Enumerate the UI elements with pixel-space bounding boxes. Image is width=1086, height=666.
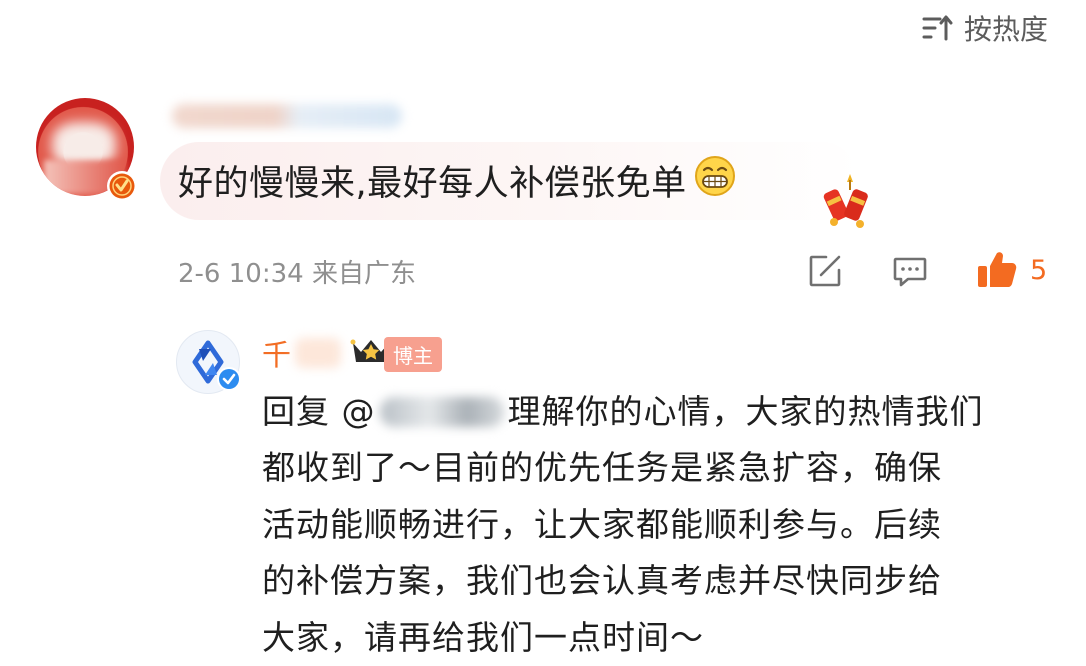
mention-redacted [379,397,504,428]
reply-line-4: 的补偿方案，我们也会认真考虑并尽快同步给 [262,561,942,601]
mention-link[interactable]: 回复 @ [262,384,508,440]
reply-line-5: 大家，请再给我们一点时间～ [262,617,704,657]
reply-prefix: 回复 @ [262,392,376,431]
blogger-badge: 博主 [384,337,442,372]
reply-line-2: 都收到了～目前的优先任务是紧急扩容，确保 [262,448,942,488]
reply-content: 回复 @ 理解你的心情，大家的热情我们 都收到了～目前的优先任务是紧急扩容，确保 … [262,384,1062,666]
username-redacted[interactable] [172,104,402,128]
thumbs-up-icon[interactable] [976,250,1018,290]
comment-date: 2-6 10:34 [178,259,304,289]
sort-label: 按热度 [963,13,1048,46]
reply-line-3: 活动能顺畅进行，让大家都能顺利参与。后续 [262,504,942,544]
verified-badge-icon [106,170,138,202]
comment-icon[interactable] [892,256,928,288]
share-icon[interactable] [808,254,842,288]
blue-verified-icon [216,366,242,392]
reply-line: 回复 @ 理解你的心情，大家的热情我们 [262,384,1062,440]
comment-location: 来自广东 [311,259,416,289]
comment-meta: 2-6 10:34 来自广东 [178,253,416,290]
firecracker-sticker-icon [820,172,876,232]
like-count: 5 [1030,255,1048,286]
author-name-redacted [295,338,342,368]
reply-author-name: 千 [262,338,292,372]
grin-emoji-icon [693,154,737,207]
sort-by-hot-button[interactable]: 按热度 [922,8,1048,48]
comment-content: 好的慢慢来,最好每人补偿张免单 [178,154,737,207]
sort-icon [922,14,954,42]
comment-text: 好的慢慢来,最好每人补偿张免单 [178,164,687,204]
reply-author[interactable]: 千 [262,332,393,374]
reply-line-1: 理解你的心情，大家的热情我们 [507,392,984,431]
